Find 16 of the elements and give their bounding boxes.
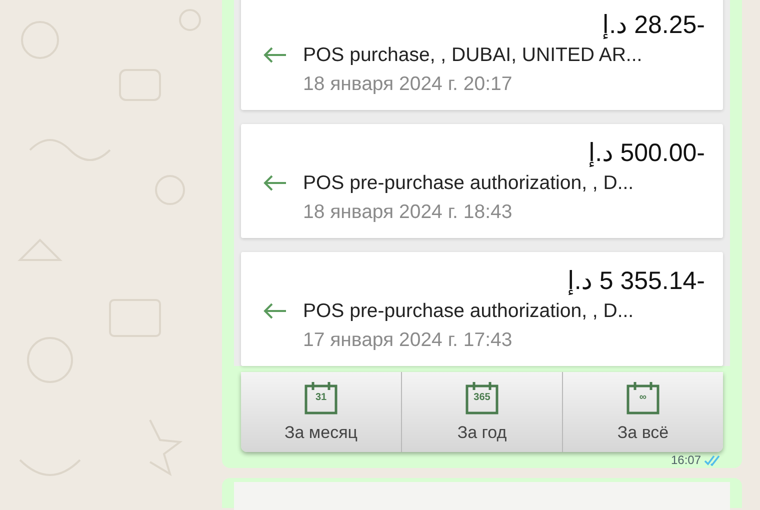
amount-text: إ.د 28.25- <box>602 10 705 40</box>
period-button[interactable]: 365 За год <box>401 372 562 452</box>
back-arrow-icon <box>263 46 287 64</box>
transaction-date: 18 января 2024 г. 18:43 <box>303 200 514 225</box>
transaction-description: POS pre-purchase authorization, , D... <box>303 171 634 196</box>
transaction-date: 17 января 2024 г. 17:43 <box>303 328 514 353</box>
amount-text: إ.د 5 355.14- <box>567 266 705 296</box>
period-button[interactable]: 31 За месяц <box>241 372 401 452</box>
transaction-description: POS pre-purchase authorization, , D... <box>303 299 634 324</box>
period-button[interactable]: ∞ За всё <box>562 372 723 452</box>
amount-text: إ.د 500.00- <box>588 138 705 168</box>
back-arrow-icon <box>263 302 287 320</box>
back-arrow-icon <box>263 174 287 192</box>
message-time: 16:07 <box>670 453 701 468</box>
transaction-date: 18 января 2024 г. 20:17 <box>303 72 514 97</box>
transaction-description: POS purchase, , DUBAI, UNITED AR... <box>303 43 642 68</box>
